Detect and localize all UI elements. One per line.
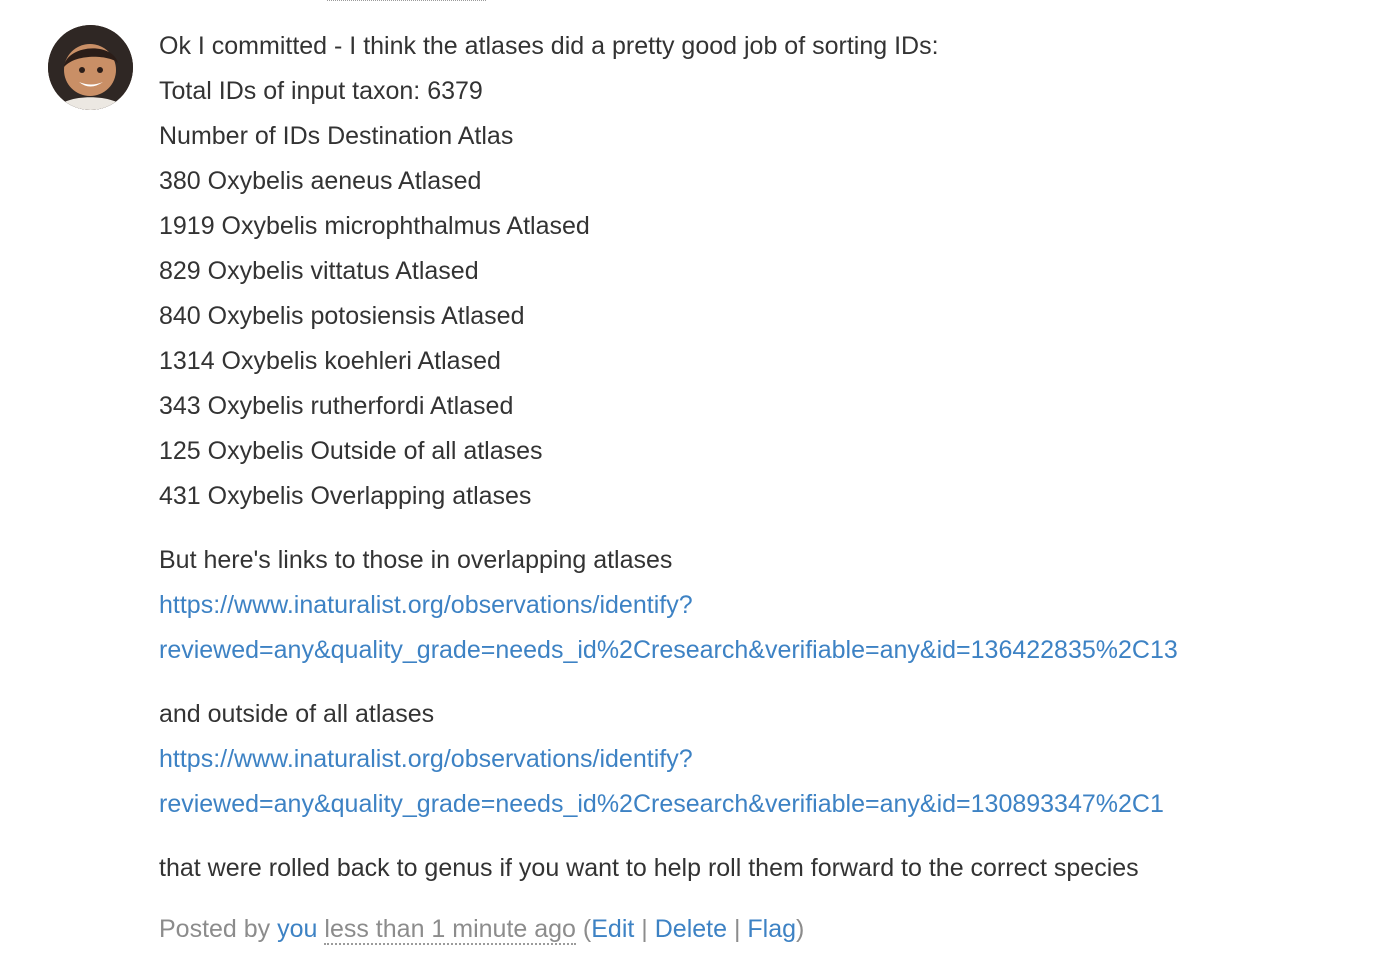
separator: | <box>727 915 748 943</box>
comment-line: 431 Oxybelis Overlapping atlases <box>159 482 532 510</box>
comment-page: Ok I committed - I think the atlases did… <box>0 0 1380 974</box>
outside-atlases-link-cont[interactable]: reviewed=any&quality_grade=needs_id%2Cre… <box>159 782 1225 827</box>
outside-atlases-link[interactable]: https://www.inaturalist.org/observations… <box>159 737 1225 782</box>
comment-body: Ok I committed - I think the atlases did… <box>159 24 1225 891</box>
outside-link-line1: https://www.inaturalist.org/observations… <box>159 745 693 773</box>
comment-line: Total IDs of input taxon: 6379 <box>159 77 483 105</box>
delete-link[interactable]: Delete <box>655 915 727 943</box>
timestamp[interactable]: less than 1 minute ago <box>324 915 576 945</box>
open-paren: ( <box>575 915 592 943</box>
overlapping-intro: But here's links to those in overlapping… <box>159 546 673 574</box>
comment-line: 380 Oxybelis aeneus Atlased <box>159 167 482 195</box>
comment-footer: Posted by you less than 1 minute ago (Ed… <box>159 907 804 952</box>
flag-link[interactable]: Flag <box>747 915 796 943</box>
comment-line: 125 Oxybelis Outside of all atlases <box>159 437 543 465</box>
separator: | <box>634 915 655 943</box>
avatar-photo-icon <box>48 25 133 110</box>
overlapping-link-line2: reviewed=any&quality_grade=needs_id%2Cre… <box>159 636 1178 664</box>
posted-by-label: Posted by <box>159 915 278 943</box>
comment-line: Number of IDs Destination Atlas <box>159 122 514 150</box>
author-link[interactable]: you <box>277 915 317 943</box>
edit-link[interactable]: Edit <box>591 915 634 943</box>
comment: Ok I committed - I think the atlases did… <box>0 0 1380 974</box>
user-avatar[interactable] <box>48 25 133 110</box>
outside-intro: and outside of all atlases <box>159 700 435 728</box>
comment-line: Ok I committed - I think the atlases did… <box>159 32 939 60</box>
comment-line: 829 Oxybelis vittatus Atlased <box>159 257 479 285</box>
comment-line: 1919 Oxybelis microphthalmus Atlased <box>159 212 590 240</box>
overlapping-atlases-link-cont[interactable]: reviewed=any&quality_grade=needs_id%2Cre… <box>159 628 1225 673</box>
overlapping-atlases-link[interactable]: https://www.inaturalist.org/observations… <box>159 583 1225 628</box>
close-paren: ) <box>796 915 805 943</box>
overlapping-link-line1: https://www.inaturalist.org/observations… <box>159 591 693 619</box>
closing-line: that were rolled back to genus if you wa… <box>159 854 1139 882</box>
comment-line: 1314 Oxybelis koehleri Atlased <box>159 347 501 375</box>
comment-line: 840 Oxybelis potosiensis Atlased <box>159 302 525 330</box>
comment-line: 343 Oxybelis rutherfordi Atlased <box>159 392 514 420</box>
outside-link-line2: reviewed=any&quality_grade=needs_id%2Cre… <box>159 790 1164 818</box>
